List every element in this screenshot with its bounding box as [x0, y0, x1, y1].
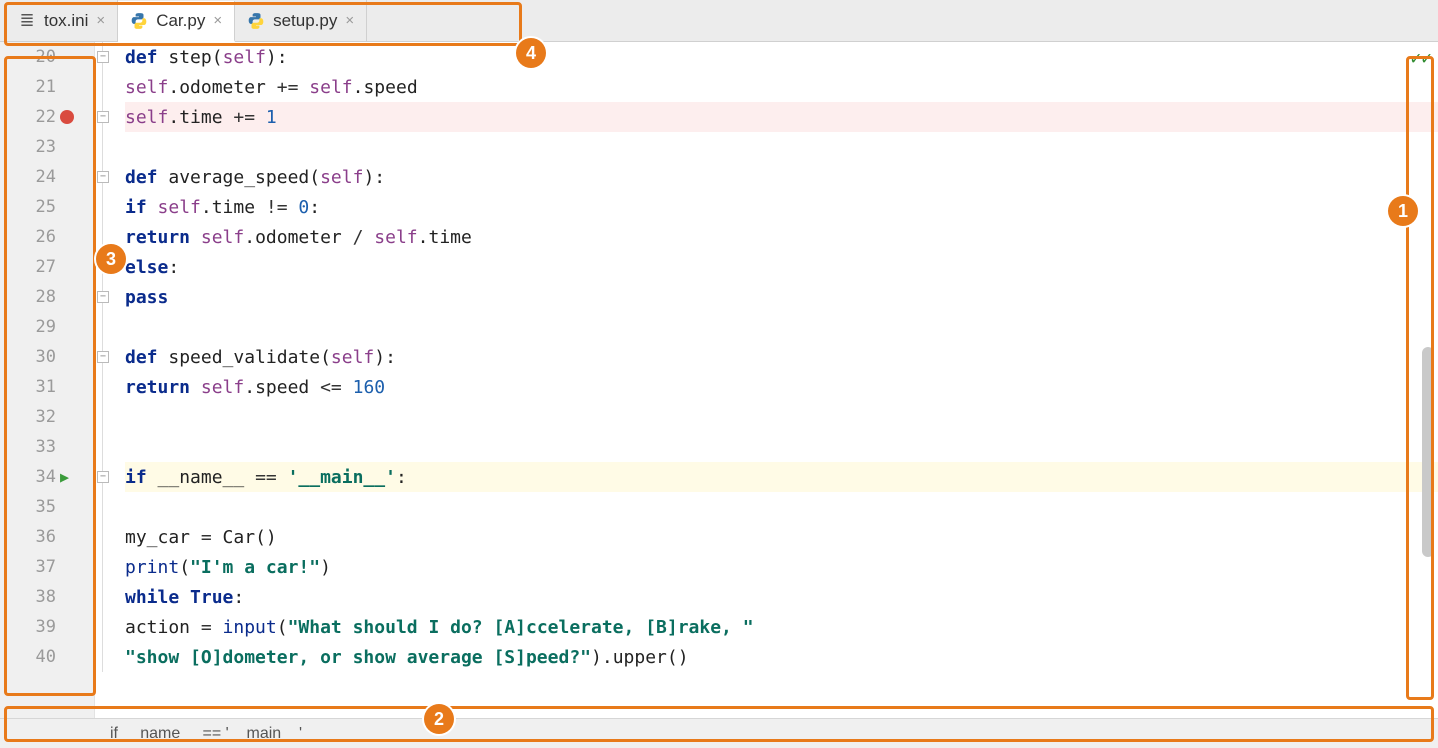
code-line[interactable]	[125, 402, 1438, 432]
code-line[interactable]: return self.speed <= 160	[125, 372, 1438, 402]
code-line[interactable]: while True:	[125, 582, 1438, 612]
tab-label: tox.ini	[44, 11, 88, 31]
code-line[interactable]	[125, 492, 1438, 522]
python-file-icon	[130, 12, 148, 30]
ini-file-icon	[18, 12, 36, 30]
gutter-line[interactable]: 22	[0, 102, 94, 132]
code-line[interactable]: def step(self):	[125, 42, 1438, 72]
code-line[interactable]: if self.time != 0:	[125, 192, 1438, 222]
python-file-icon	[247, 12, 265, 30]
gutter-line[interactable]: 26	[0, 222, 94, 252]
run-gutter-icon[interactable]: ▶	[60, 468, 69, 486]
gutter-line[interactable]: 27	[0, 252, 94, 282]
code-line[interactable]: my_car = Car()	[125, 522, 1438, 552]
callout-4: 4	[516, 38, 546, 68]
code-line[interactable]: else:	[125, 252, 1438, 282]
gutter-line[interactable]: 39	[0, 612, 94, 642]
code-area[interactable]: ✓✓ def step(self): self.odometer += self…	[95, 42, 1438, 718]
editor-area: 202122232425262728293031323334▶353637383…	[0, 42, 1438, 718]
code-line[interactable]	[125, 132, 1438, 162]
close-tab-icon[interactable]: ×	[213, 12, 222, 29]
gutter-line[interactable]: 40	[0, 642, 94, 672]
close-tab-icon[interactable]: ×	[96, 12, 105, 29]
gutter-line[interactable]: 23	[0, 132, 94, 162]
tab-tox-ini[interactable]: tox.ini ×	[6, 0, 118, 41]
gutter-line[interactable]: 32	[0, 402, 94, 432]
vertical-scrollbar[interactable]	[1422, 97, 1436, 737]
code-line[interactable]: "show [O]dometer, or show average [S]pee…	[125, 642, 1438, 672]
breakpoint-icon[interactable]	[60, 110, 74, 124]
tab-label: setup.py	[273, 11, 337, 31]
code-line[interactable]: self.time += 1	[125, 102, 1438, 132]
line-number-gutter[interactable]: 202122232425262728293031323334▶353637383…	[0, 42, 95, 718]
code-line[interactable]: def speed_validate(self):	[125, 342, 1438, 372]
gutter-line[interactable]: 33	[0, 432, 94, 462]
gutter-line[interactable]: 24	[0, 162, 94, 192]
code-line[interactable]: if __name__ == '__main__':	[125, 462, 1438, 492]
gutter-line[interactable]: 28	[0, 282, 94, 312]
callout-3: 3	[96, 244, 126, 274]
close-tab-icon[interactable]: ×	[345, 12, 354, 29]
code-line[interactable]: def average_speed(self):	[125, 162, 1438, 192]
tab-car-py[interactable]: Car.py ×	[118, 1, 235, 42]
code-line[interactable]: pass	[125, 282, 1438, 312]
code-line[interactable]: print("I'm a car!")	[125, 552, 1438, 582]
code-line[interactable]: return self.odometer / self.time	[125, 222, 1438, 252]
tab-setup-py[interactable]: setup.py ×	[235, 0, 367, 41]
code-line[interactable]: action = input("What should I do? [A]cce…	[125, 612, 1438, 642]
tab-label: Car.py	[156, 11, 205, 31]
gutter-line[interactable]: 20	[0, 42, 94, 72]
gutter-line[interactable]: 34▶	[0, 462, 94, 492]
gutter-line[interactable]: 21	[0, 72, 94, 102]
callout-2: 2	[424, 704, 454, 734]
scroll-thumb[interactable]	[1422, 347, 1434, 557]
code-line[interactable]: self.odometer += self.speed	[125, 72, 1438, 102]
gutter-line[interactable]: 30	[0, 342, 94, 372]
callout-1: 1	[1388, 196, 1418, 226]
gutter-line[interactable]: 38	[0, 582, 94, 612]
gutter-line[interactable]: 25	[0, 192, 94, 222]
breadcrumb-text: if __name__ == '__main__'	[110, 725, 302, 743]
gutter-line[interactable]: 31	[0, 372, 94, 402]
gutter-line[interactable]: 35	[0, 492, 94, 522]
gutter-line[interactable]: 37	[0, 552, 94, 582]
code-line[interactable]	[125, 432, 1438, 462]
gutter-line[interactable]: 29	[0, 312, 94, 342]
gutter-line[interactable]: 36	[0, 522, 94, 552]
breadcrumb-bar[interactable]: if __name__ == '__main__'	[0, 718, 1438, 748]
editor-tab-bar: tox.ini × Car.py × setup.py ×	[0, 0, 1438, 42]
code-line[interactable]	[125, 312, 1438, 342]
